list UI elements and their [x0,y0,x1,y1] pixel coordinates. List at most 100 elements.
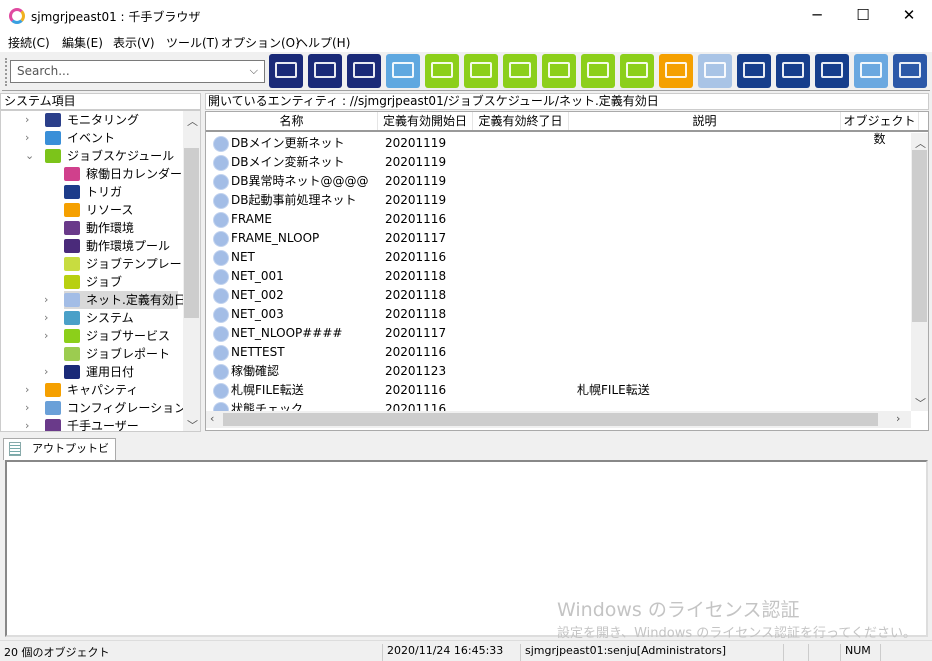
row-name: NET_001 [231,269,284,283]
tree-item-label: キャパシティ [67,383,139,397]
row-name: 稼働確認 [231,364,280,378]
row-name: FRAME [231,212,272,226]
row-start-date: 20201119 [385,136,447,150]
log-button[interactable] [854,54,888,88]
job-icon [64,275,80,289]
column-end-date[interactable]: 定義有効終了日 [473,112,569,130]
chevron-right-icon[interactable]: › [44,327,48,345]
net-icon [214,251,228,265]
tree-item-label: 動作環境 [86,221,135,235]
tree-scroll-thumb[interactable] [184,148,199,318]
chevron-right-icon[interactable]: › [44,363,48,381]
tree-item-label: トリガ [86,185,123,199]
tree-item-label: ジョブサービス [86,329,171,343]
scroll-left-icon[interactable]: ‹ [210,412,214,425]
system-icon [64,311,80,325]
search-input[interactable]: Search... ⌵ [10,60,265,83]
capacity-chart-button[interactable] [659,54,693,88]
scroll-up-icon[interactable]: ︿ [187,113,198,129]
chevron-right-icon[interactable]: › [25,111,29,129]
menu-help[interactable]: ヘルプ(H) [296,34,350,51]
tab-output-view[interactable]: アウトプットビュー [3,438,116,475]
net-icon [214,137,228,151]
monitor-icon [314,62,336,78]
toolbar-grip[interactable] [5,58,8,86]
environment-pool-icon [64,239,80,253]
tree-item-label: 稼働日カレンダー [86,167,183,181]
scroll-down-icon[interactable]: ﹀ [915,395,926,411]
row-start-date: 20201116 [385,212,447,226]
column-start-date[interactable]: 定義有効開始日 [378,112,473,130]
tree-item-label: 千手ユーザー [67,419,139,432]
gear-job-button[interactable] [425,54,459,88]
check-job-button[interactable] [464,54,498,88]
scroll-down-icon[interactable]: ﹀ [187,417,198,433]
bar-report-button[interactable] [581,54,615,88]
chevron-right-icon[interactable]: › [25,399,29,417]
menu-tools[interactable]: ツール(T) [166,34,219,51]
row-name: NET_003 [231,307,284,321]
chevron-right-icon[interactable]: › [25,129,29,147]
chevron-right-icon[interactable]: › [25,417,29,431]
row-name: NETTEST [231,345,285,359]
monitor-stack-icon [353,62,375,78]
monitor-stack-button[interactable] [347,54,381,88]
chevron-down-icon[interactable]: ⌵ [250,64,258,78]
net-icon [214,213,228,227]
monitor-grid-button[interactable] [269,54,303,88]
configuration-button[interactable] [698,54,732,88]
status-pane [880,644,885,661]
chevron-right-icon[interactable]: › [44,291,48,309]
maximize-button[interactable]: ☐ [840,0,886,32]
chevron-down-icon[interactable]: ⌄ [25,147,34,165]
window-title: sjmgrjpeast01 : 千手ブラウザ [31,10,201,24]
environment-icon [64,221,80,235]
monitor-button[interactable] [308,54,342,88]
video-export-icon [821,62,843,78]
row-name: NET_NLOOP#### [231,326,343,340]
menu-connect[interactable]: 接続(C) [8,34,50,51]
minimize-button[interactable]: ─ [794,0,840,32]
video-job-button[interactable] [503,54,537,88]
column-name[interactable]: 名称 [206,112,378,130]
monitor-check-button[interactable] [542,54,576,88]
app-icon [9,8,25,24]
gantt-button[interactable] [620,54,654,88]
row-start-date: 20201117 [385,326,447,340]
menu-options[interactable]: オプション(O) [221,34,300,51]
tree-item[interactable]: › ネット.定義有効日 [44,291,186,309]
log-icon [860,62,882,78]
row-start-date: 20201117 [385,231,447,245]
event-icon [45,131,61,145]
video-export-button[interactable] [815,54,849,88]
scroll-up-icon[interactable]: ︿ [915,135,926,151]
status-object-count: 20 個のオブジェクト [4,646,110,659]
message-button[interactable] [386,54,420,88]
capacity-chart-icon [665,62,687,78]
job-schedule-icon [45,149,61,163]
row-name: DBメイン変新ネット [231,155,345,169]
check-export-button[interactable] [776,54,810,88]
column-description[interactable]: 説明 [569,112,841,130]
net-icon [214,346,228,360]
menu-edit[interactable]: 編集(E) [62,34,103,51]
user-icon [45,419,61,431]
row-start-date: 20201119 [385,174,447,188]
close-button[interactable]: ✕ [886,0,932,32]
status-datetime: 2020/11/24 16:45:33 [382,644,503,661]
calendar-icon [64,167,80,181]
list-horizontal-thumb[interactable] [223,413,878,426]
radar-icon [899,62,921,78]
gear-export-button[interactable] [737,54,771,88]
message-icon [392,62,414,78]
chevron-right-icon[interactable]: › [25,381,29,399]
scroll-right-icon[interactable]: › [896,412,900,425]
list-vertical-thumb[interactable] [912,150,927,322]
radar-button[interactable] [893,54,927,88]
column-object-count[interactable]: オブジェクト数 [841,112,919,146]
menu-view[interactable]: 表示(V) [113,34,155,51]
tree-item-label: リソース [86,203,134,217]
chevron-right-icon[interactable]: › [44,309,48,327]
operation-date-icon [64,365,80,379]
net-icon [214,270,228,284]
